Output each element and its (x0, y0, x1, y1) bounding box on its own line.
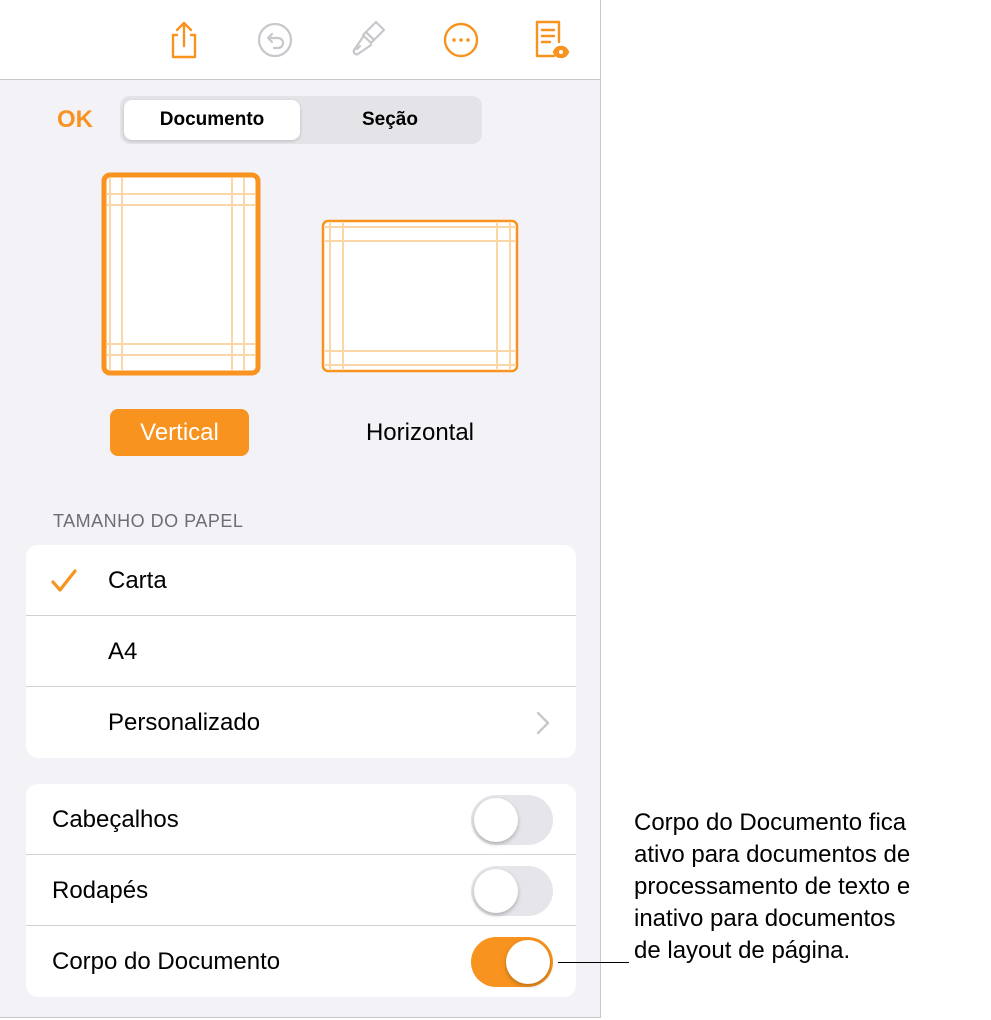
list-item-corpo-do-documento: Corpo do Documento (26, 926, 576, 997)
list-item-label: Rodapés (52, 877, 149, 904)
document-setup-icon[interactable] (528, 18, 572, 62)
callout-line: de layout de página. (634, 937, 851, 964)
list-item-rodapes: Rodapés (26, 855, 576, 926)
paper-size-heading: TAMANHO DO PAPEL (53, 511, 244, 531)
tab-documento[interactable]: Documento (124, 100, 300, 140)
tab-secao[interactable]: Seção (302, 100, 478, 140)
list-item-label: Cabeçalhos (52, 806, 179, 833)
callout-line: Corpo do Documento fica (634, 809, 907, 836)
more-icon[interactable] (439, 18, 483, 62)
callout-leader-line (558, 962, 629, 963)
vertical-label-selected[interactable]: Vertical (110, 409, 249, 456)
list-item-label: Corpo do Documento (52, 948, 281, 975)
portrait-orientation-option[interactable] (101, 172, 261, 376)
document-setup-panel: OK Documento Seção Vertical Horizontal T… (0, 0, 601, 1018)
undo-icon[interactable] (253, 18, 297, 62)
list-item-cabecalhos: Cabeçalhos (26, 784, 576, 855)
toolbar (0, 0, 600, 80)
landscape-orientation-option[interactable] (321, 219, 519, 373)
paintbrush-icon[interactable] (346, 18, 390, 62)
list-item-label: Personalizado (108, 709, 261, 736)
list-item-personalizado[interactable]: Personalizado (26, 687, 576, 758)
headers-toggle[interactable] (471, 795, 553, 845)
callout-line: inativo para documentos (634, 905, 896, 932)
header-footer-list: Cabeçalhos Rodapés Corpo do Documento (26, 784, 576, 997)
checkmark-icon (51, 569, 77, 592)
footers-toggle[interactable] (471, 866, 553, 916)
segmented-control: Documento Seção (120, 96, 482, 144)
callout-text: Corpo do Documento fica ativo para docum… (634, 807, 989, 967)
chevron-right-icon (536, 711, 550, 735)
horizontal-label[interactable]: Horizontal (340, 409, 500, 456)
ok-button[interactable]: OK (57, 106, 93, 134)
list-item-carta[interactable]: Carta (26, 545, 576, 616)
share-icon[interactable] (162, 18, 206, 62)
list-item-label: A4 (108, 638, 138, 665)
list-item-label: Carta (108, 567, 167, 594)
list-item-a4[interactable]: A4 (26, 616, 576, 687)
paper-size-list: Carta A4 Personalizado (26, 545, 576, 758)
callout-line: ativo para documentos de (634, 841, 911, 868)
document-body-toggle[interactable] (471, 937, 553, 987)
callout-line: processamento de texto e (634, 873, 911, 900)
